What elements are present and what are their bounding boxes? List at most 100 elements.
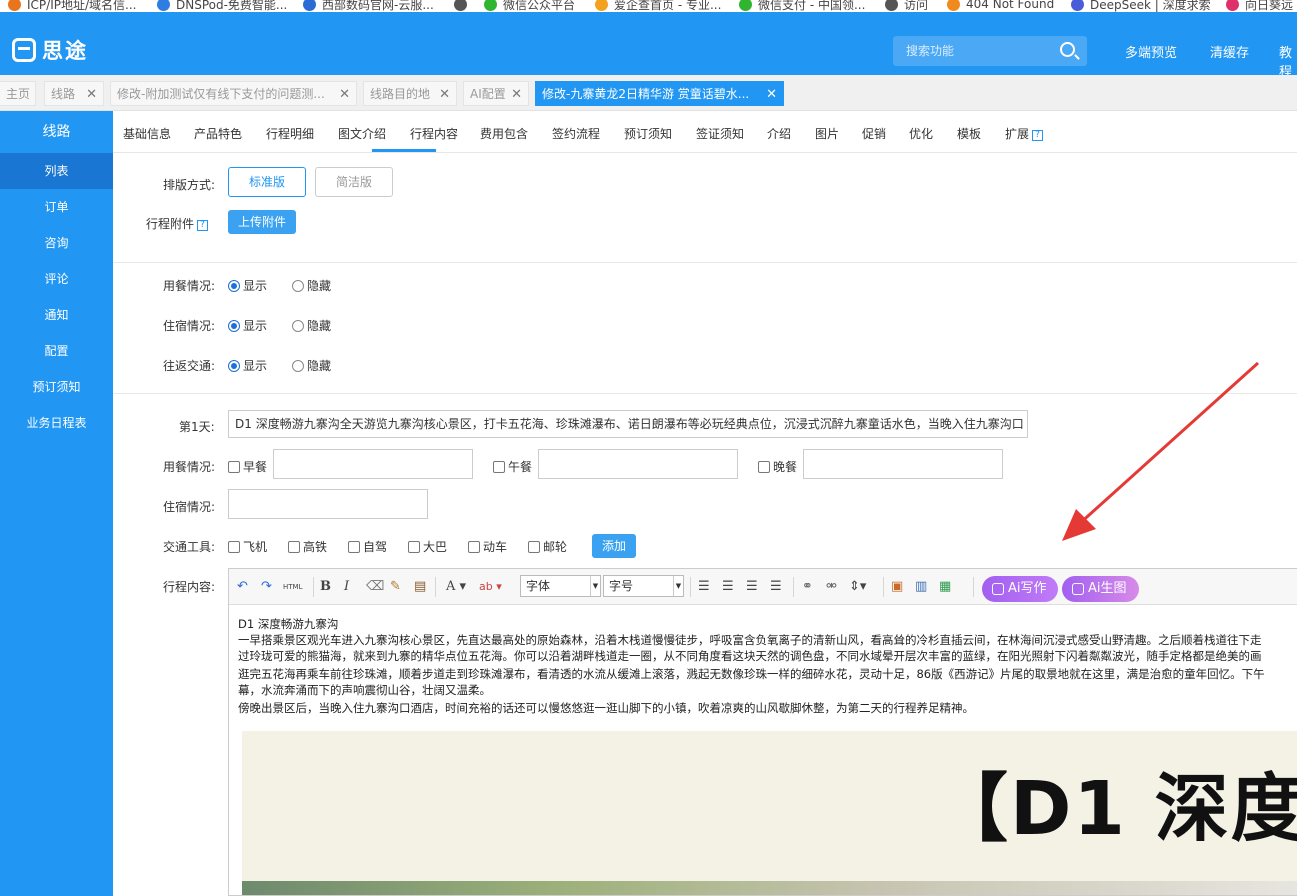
image-icon[interactable]: ▣ [891,578,903,596]
help-icon[interactable]: ? [1032,130,1044,141]
ai-image-button[interactable]: Ai生图 [1062,576,1139,602]
standard-layout-button[interactable]: 标准版 [228,167,306,197]
eraser-icon[interactable]: ⌫ [366,578,384,596]
clear-cache-link[interactable]: 清缓存 [1210,42,1249,61]
subtab-images[interactable]: 图片 [815,125,839,142]
sidebar-item-notice[interactable]: 通知 [0,297,113,333]
lodging-show-radio[interactable]: 显示 [228,317,267,334]
close-icon[interactable]: ✕ [766,82,777,107]
search-icon[interactable] [1060,42,1075,57]
self-drive-checkbox[interactable]: 自驾 [348,538,387,555]
bookmark-item[interactable]: 微信支付 - 中国领... [739,0,865,12]
tab-home[interactable]: 主页 [0,81,36,106]
plane-checkbox[interactable]: 飞机 [228,538,267,555]
tab-route[interactable]: 线路 ✕ [44,81,104,106]
tab-ai-config[interactable]: AI配置 ✕ [463,81,529,106]
transport-show-radio[interactable]: 显示 [228,357,267,374]
subtab-visa[interactable]: 签证须知 [696,125,744,142]
highspeed-rail-checkbox[interactable]: 高铁 [288,538,327,555]
align-center-icon[interactable]: ☰ [722,578,734,596]
rich-text-editor[interactable]: ↶ ↷ HTML B I ⌫ ✎ ▤ A ▾ ab ▾ 字体 ▼ 字号 ▼ ☰ ☰ … [228,568,1297,896]
breakfast-checkbox[interactable]: 早餐 [228,458,267,475]
bookmark-item[interactable] [454,0,473,12]
close-icon[interactable]: ✕ [86,82,97,107]
subtab-intro[interactable]: 介绍 [767,125,791,142]
italic-button[interactable]: I [344,578,349,596]
day1-title-input[interactable]: D1 深度畅游九寨沟全天游览九寨沟核心景区，打卡五花海、珍珠滩瀑布、诺日朗瀑布等… [228,410,1028,438]
line-height-icon[interactable]: ⇕▾ [849,578,866,596]
bookmark-item[interactable]: DeepSeek | 深度求索 [1071,0,1211,12]
sidebar-item-schedule[interactable]: 业务日程表 [0,405,113,441]
undo-icon[interactable]: ↶ [237,578,248,596]
font-size-select[interactable]: 字号 ▼ [603,575,684,597]
paste-icon[interactable]: ▤ [414,578,426,596]
subtab-booking[interactable]: 预订须知 [624,125,672,142]
align-left-icon[interactable]: ☰ [698,578,710,596]
lunch-input[interactable] [538,449,738,479]
bookmark-item[interactable]: 爱企查首页 - 专业... [595,0,721,12]
align-justify-icon[interactable]: ☰ [770,578,782,596]
font-color-button[interactable]: A ▾ [446,578,466,596]
sidebar-item-booking-notes[interactable]: 预订须知 [0,369,113,405]
bookmark-item[interactable]: 404 Not Found [947,0,1054,12]
close-icon[interactable]: ✕ [339,82,350,107]
upload-attachment-button[interactable]: 上传附件 [228,210,296,234]
subtab-extend[interactable]: 扩展? [1005,125,1044,142]
embedded-poster-image[interactable]: 【D1 深度 [242,731,1297,895]
meal-hide-radio[interactable]: 隐藏 [292,277,331,294]
bookmark-item[interactable]: DNSPod-免费智能... [157,0,287,12]
add-transport-button[interactable]: 添加 [592,534,636,558]
subtab-illustrated[interactable]: 图文介绍 [338,125,386,142]
search-input[interactable] [893,36,1053,66]
meal-show-radio[interactable]: 显示 [228,277,267,294]
subtab-itinerary[interactable]: 行程明细 [266,125,314,142]
lunch-checkbox[interactable]: 午餐 [493,458,532,475]
help-icon[interactable]: ? [197,220,209,231]
simple-layout-button[interactable]: 简洁版 [315,167,393,197]
bookmark-item[interactable]: ICP/IP地址/域名信... [8,0,136,12]
subtab-basic[interactable]: 基础信息 [123,125,171,142]
format-painter-icon[interactable]: ✎ [390,578,401,596]
sidebar-item-orders[interactable]: 订单 [0,189,113,225]
close-icon[interactable]: ✕ [511,82,522,107]
dinner-input[interactable] [803,449,1003,479]
subtab-content[interactable]: 行程内容 [410,125,458,142]
close-icon[interactable]: ✕ [439,82,450,107]
video-icon[interactable]: ▥ [915,578,927,596]
redo-icon[interactable]: ↷ [261,578,272,596]
tab-destination[interactable]: 线路目的地 ✕ [363,81,457,106]
unlink-icon[interactable]: ⚮ [826,578,837,596]
dinner-checkbox[interactable]: 晚餐 [758,458,797,475]
bullet-train-checkbox[interactable]: 动车 [468,538,507,555]
editor-content[interactable]: D1 深度畅游九寨沟 一早搭乘景区观光车进入九寨沟核心景区，先直达最高处的原始森… [238,616,1297,716]
align-right-icon[interactable]: ☰ [746,578,758,596]
bookmark-item[interactable]: 访问 [885,0,928,12]
subtab-seo[interactable]: 优化 [909,125,933,142]
html-source-button[interactable]: HTML [283,578,302,596]
sidebar-item-reviews[interactable]: 评论 [0,261,113,297]
bookmark-item[interactable]: 微信公众平台 [484,0,575,12]
bus-checkbox[interactable]: 大巴 [408,538,447,555]
sidebar-item-config[interactable]: 配置 [0,333,113,369]
lodging-input[interactable] [228,489,428,519]
bookmark-item[interactable]: 西部数码官网-云服... [303,0,434,12]
highlight-button[interactable]: ab ▾ [479,578,502,596]
subtab-contract[interactable]: 签约流程 [552,125,600,142]
tab-edit-jiuzhai[interactable]: 修改-九寨黄龙2日精华游 赏童话碧水... ✕ [535,81,784,106]
subtab-template[interactable]: 模板 [957,125,981,142]
sidebar-item-inquiry[interactable]: 咨询 [0,225,113,261]
sidebar-item-list[interactable]: 列表 [0,153,113,189]
subtab-features[interactable]: 产品特色 [194,125,242,142]
subtab-promo[interactable]: 促销 [862,125,886,142]
bookmark-item[interactable]: 向日葵远 [1226,0,1293,12]
gallery-icon[interactable]: ▦ [939,578,951,596]
cruise-checkbox[interactable]: 邮轮 [528,538,567,555]
brand-logo[interactable]: 思途 [12,35,88,65]
ai-write-button[interactable]: Ai写作 [982,576,1058,602]
bold-button[interactable]: B [320,578,331,596]
tab-edit-test[interactable]: 修改-附加测试仅有线下支付的问题测... ✕ [110,81,357,106]
lodging-hide-radio[interactable]: 隐藏 [292,317,331,334]
sidebar-title[interactable]: 线路 [0,111,113,153]
breakfast-input[interactable] [273,449,473,479]
font-family-select[interactable]: 字体 ▼ [520,575,601,597]
